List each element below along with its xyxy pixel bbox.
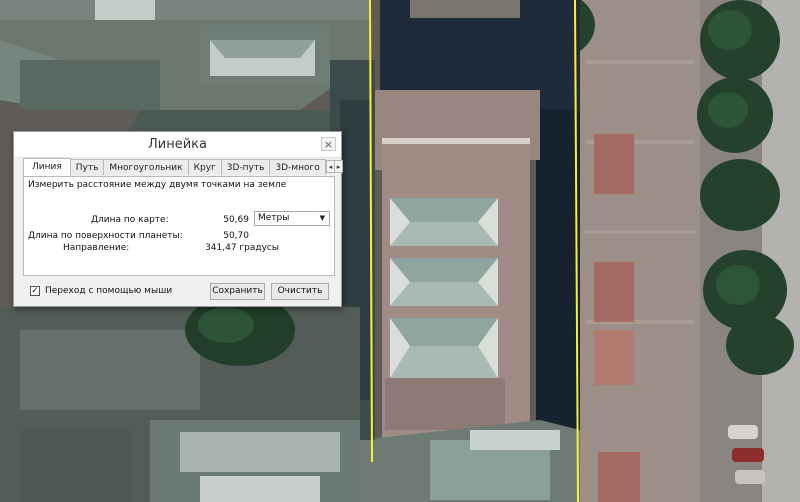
dialog-titlebar[interactable]: Линейка × [14,132,341,158]
scroll-right-icon[interactable]: ▸ [334,160,343,173]
unit-select[interactable]: Метры ▼ [254,211,330,226]
tab-scroll-buttons: ◂ ▸ [326,160,343,173]
ground-length-value: 50,70 [223,231,249,241]
mouse-navigation-checkbox[interactable]: ✓ [30,286,40,296]
ruler-dialog: Линейка × Линия Путь Многоугольник Круг … [13,131,343,307]
line-tab-panel: Измерить расстояние между двумя точками … [23,176,335,276]
ground-length-label: Длина по поверхности планеты: [28,231,183,241]
tab-line[interactable]: Линия [23,158,71,176]
chevron-down-icon: ▼ [319,214,325,222]
heading-value: 341,47 градусы [205,243,279,253]
clear-button[interactable]: Очистить [271,283,329,300]
tab-3d-path[interactable]: 3D-путь [220,159,271,175]
close-icon: × [323,138,334,151]
tab-polygon[interactable]: Многоугольник [103,159,189,175]
measure-tabs: Линия Путь Многоугольник Круг 3D-путь 3D… [23,158,326,176]
heading-label: Направление: [63,243,130,253]
unit-selected-value: Метры [258,213,290,223]
tab-3d-polygon[interactable]: 3D-много [269,159,326,175]
measure-description: Измерить расстояние между двумя точками … [28,180,287,190]
map-length-value: 50,69 [223,215,249,225]
tab-path[interactable]: Путь [69,159,105,175]
save-button[interactable]: Сохранить [210,283,265,300]
close-button[interactable]: × [321,137,336,151]
dialog-footer: ✓ Переход с помощью мыши Сохранить Очист… [14,282,341,302]
tab-circle[interactable]: Круг [187,159,222,175]
checkmark-icon: ✓ [31,286,39,296]
dialog-title: Линейка [148,137,207,152]
map-length-label: Длина по карте: [91,215,169,225]
mouse-navigation-label[interactable]: Переход с помощью мыши [45,286,172,296]
